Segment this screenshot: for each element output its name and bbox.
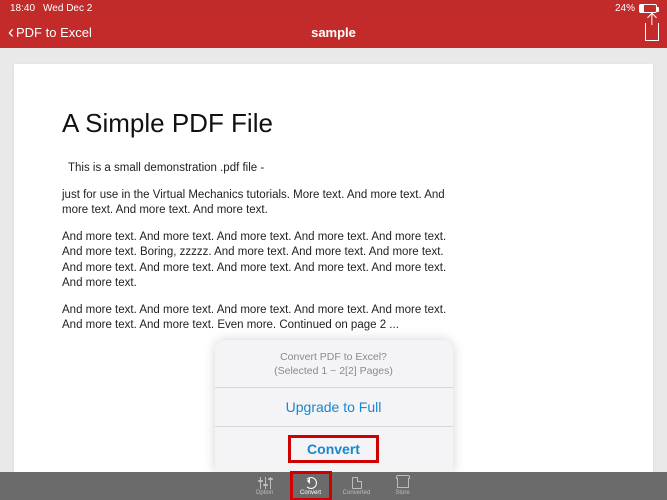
doc-heading: A Simple PDF File (62, 108, 605, 139)
tab-label: Option (256, 490, 274, 496)
tab-option[interactable]: Option (242, 472, 288, 500)
back-button[interactable]: ‹ PDF to Excel (8, 23, 92, 41)
share-button[interactable] (645, 23, 659, 41)
share-icon (645, 23, 659, 41)
convert-button[interactable]: Convert (215, 426, 453, 472)
status-date: Wed Dec 2 (43, 3, 92, 14)
page-title: sample (311, 25, 356, 40)
cart-icon (396, 477, 410, 489)
tab-store[interactable]: Store (380, 472, 426, 500)
status-bar: 18:40 Wed Dec 2 24% (0, 0, 667, 16)
battery-icon (639, 4, 657, 13)
tab-bar: Option Convert Converted Store (0, 472, 667, 500)
tab-label: Store (395, 490, 409, 496)
doc-body: This is a small demonstration .pdf file … (62, 161, 462, 334)
tab-convert[interactable]: Convert (288, 472, 334, 500)
doc-paragraph: And more text. And more text. And more t… (62, 303, 462, 334)
tab-label: Convert (300, 490, 321, 496)
tab-label: Converted (343, 490, 371, 496)
refresh-icon (304, 477, 318, 489)
upgrade-to-full-button[interactable]: Upgrade to Full (215, 387, 453, 426)
doc-paragraph: And more text. And more text. And more t… (62, 230, 462, 292)
doc-paragraph: This is a small demonstration .pdf file … (62, 161, 462, 177)
nav-bar: ‹ PDF to Excel sample (0, 16, 667, 48)
convert-action-sheet: Convert PDF to Excel? (Selected 1 ~ 2[2]… (215, 340, 453, 472)
doc-paragraph: just for use in the Virtual Mechanics tu… (62, 188, 462, 219)
sheet-subtitle: (Selected 1 ~ 2[2] Pages) (223, 364, 445, 378)
upgrade-label: Upgrade to Full (286, 399, 382, 415)
document-icon (350, 477, 364, 489)
chevron-left-icon: ‹ (8, 23, 14, 41)
sheet-title: Convert PDF to Excel? (223, 350, 445, 364)
app-screen: 18:40 Wed Dec 2 24% ‹ PDF to Excel sampl… (0, 0, 667, 500)
tab-converted[interactable]: Converted (334, 472, 380, 500)
sheet-header: Convert PDF to Excel? (Selected 1 ~ 2[2]… (215, 340, 453, 387)
sliders-icon (258, 477, 272, 489)
convert-label: Convert (288, 435, 379, 463)
status-time: 18:40 (10, 3, 35, 14)
back-label: PDF to Excel (16, 25, 92, 40)
battery-percent: 24% (615, 3, 635, 14)
